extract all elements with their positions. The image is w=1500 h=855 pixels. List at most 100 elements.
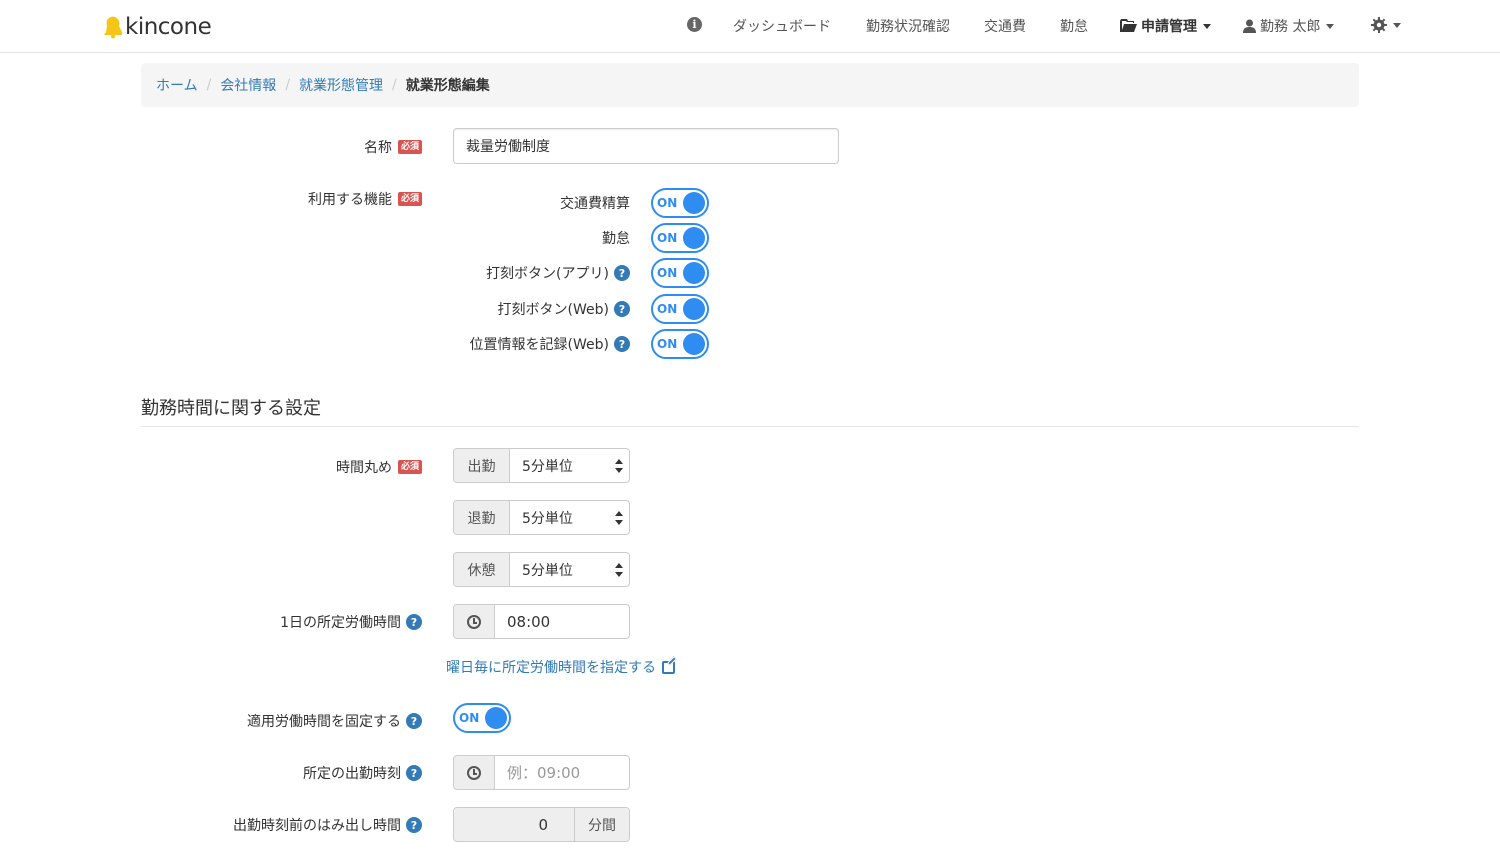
feature-label-stamp-web: 打刻ボタン(Web) ? — [498, 299, 630, 319]
clock-addon — [454, 605, 495, 638]
name-input-value: 裁量労働制度 — [466, 139, 550, 155]
help-icon[interactable]: ? — [614, 301, 630, 317]
chevron-down-icon — [1393, 22, 1401, 28]
clock-addon — [454, 756, 495, 789]
nav-transport-expense[interactable]: 交通費 — [984, 16, 1026, 36]
breadcrumb-separator: / — [206, 77, 212, 93]
toggle-fixed-hours[interactable]: ON — [453, 703, 511, 733]
overflow-input[interactable]: 0 — [454, 808, 574, 841]
help-icon[interactable]: ? — [614, 336, 630, 352]
daily-hours-input[interactable]: 08:00 — [495, 605, 629, 638]
section-title-work-time: 勤務時間に関する設定 — [141, 398, 321, 419]
toggle-state: ON — [657, 231, 678, 245]
help-icon[interactable]: ? — [406, 713, 422, 729]
nav-apply-management[interactable]: 申請管理 — [1120, 16, 1211, 36]
bell-logo-icon — [104, 16, 122, 39]
folder-open-icon — [1120, 19, 1137, 32]
toggle-attendance[interactable]: ON — [651, 223, 709, 253]
breadcrumb: ホーム / 会社情報 / 就業形態管理 / 就業形態編集 — [141, 63, 1359, 107]
nav-user-menu[interactable]: 勤務 太郎 — [1243, 16, 1335, 36]
user-icon — [1243, 19, 1256, 33]
section-divider — [141, 426, 1359, 427]
nav-dashboard[interactable]: ダッシュボード — [733, 16, 831, 36]
select-arrows-icon — [615, 511, 623, 525]
rounding-clock-in-group: 出勤 5分単位 — [453, 448, 630, 483]
help-icon[interactable]: ? — [614, 265, 630, 281]
select-arrows-icon — [615, 563, 623, 577]
select-arrows-icon — [615, 459, 623, 473]
breadcrumb-company-info[interactable]: 会社情報 — [220, 75, 276, 95]
name-label-text: 名称 — [363, 140, 392, 156]
clock-icon — [467, 614, 481, 629]
toggle-state: ON — [657, 266, 678, 280]
toggle-state: ON — [657, 337, 678, 351]
feature-label-text: 位置情報を記録(Web) — [469, 337, 609, 353]
features-label-text: 利用する機能 — [307, 192, 392, 208]
toggle-state: ON — [657, 302, 678, 316]
overflow-label: 出勤時刻前のはみ出し時間 ? — [233, 815, 422, 835]
chevron-down-icon — [1326, 23, 1335, 29]
daily-hours-label-text: 1日の所定労働時間 — [280, 615, 401, 631]
nav-user-name: 勤務 太郎 — [1260, 19, 1321, 35]
nav-work-status[interactable]: 勤務状況確認 — [866, 16, 950, 36]
help-icon[interactable]: ? — [406, 614, 422, 630]
toggle-location-web[interactable]: ON — [651, 329, 709, 359]
feature-label-transport: 交通費精算 — [560, 193, 630, 213]
daily-hours-label: 1日の所定労働時間 ? — [280, 612, 422, 632]
feature-label-text: 打刻ボタン(Web) — [497, 302, 609, 318]
help-icon[interactable]: ? — [406, 817, 422, 833]
rounding-break-select[interactable]: 5分単位 — [510, 553, 629, 586]
toggle-state: ON — [657, 196, 678, 210]
toggle-knob — [683, 298, 705, 320]
breadcrumb-separator: / — [392, 77, 397, 93]
start-time-input[interactable]: 例：09:00 — [495, 756, 629, 789]
feature-label-attendance: 勤怠 — [602, 228, 630, 248]
toggle-knob — [683, 227, 705, 249]
help-icon[interactable]: ? — [406, 765, 422, 781]
clock-icon — [467, 765, 481, 780]
features-label: 利用する機能 必須 — [308, 189, 422, 209]
toggle-state: ON — [459, 711, 480, 725]
toggle-stamp-button-app[interactable]: ON — [651, 258, 709, 288]
weekday-hours-link[interactable]: 曜日毎に所定労働時間を指定する — [446, 657, 675, 677]
toggle-knob — [683, 262, 705, 284]
feature-label-text: 勤怠 — [602, 231, 630, 247]
start-time-group: 例：09:00 — [453, 755, 630, 790]
overflow-unit: 分間 — [574, 808, 629, 841]
overflow-value: 0 — [538, 815, 548, 834]
rounding-clock-in-select[interactable]: 5分単位 — [510, 449, 629, 482]
nav-apply-label: 申請管理 — [1141, 19, 1197, 35]
settings-menu[interactable] — [1371, 17, 1401, 33]
select-value: 5分単位 — [522, 458, 573, 475]
select-value: 5分単位 — [522, 510, 573, 527]
brand-logo[interactable]: kincone — [102, 12, 212, 42]
toggle-knob — [683, 333, 705, 355]
toggle-transport-expense[interactable]: ON — [651, 188, 709, 218]
toggle-stamp-button-web[interactable]: ON — [651, 294, 709, 324]
name-input[interactable]: 裁量労働制度 — [453, 128, 839, 164]
fixed-hours-label-text: 適用労働時間を固定する — [247, 714, 401, 730]
name-label: 名称 必須 — [364, 137, 422, 157]
feature-label-text: 打刻ボタン(アプリ) — [486, 266, 609, 282]
gear-icon — [1371, 17, 1387, 33]
rounding-addon: 出勤 — [454, 449, 510, 482]
info-icon[interactable]: i — [687, 17, 702, 32]
overflow-label-text: 出勤時刻前のはみ出し時間 — [233, 818, 401, 834]
brand-name: kincone — [125, 14, 212, 40]
breadcrumb-employment-type-management[interactable]: 就業形態管理 — [299, 75, 383, 95]
rounding-clock-out-select[interactable]: 5分単位 — [510, 501, 629, 534]
chevron-down-icon — [1203, 23, 1211, 29]
overflow-group: 0 分間 — [453, 807, 630, 842]
nav-attendance[interactable]: 勤怠 — [1060, 16, 1088, 36]
rounding-label: 時間丸め 必須 — [336, 457, 422, 477]
toggle-knob — [485, 707, 507, 729]
daily-hours-value: 08:00 — [507, 612, 551, 631]
rounding-label-text: 時間丸め — [335, 460, 392, 476]
start-time-label-text: 所定の出勤時刻 — [303, 766, 401, 782]
select-value: 5分単位 — [522, 562, 573, 579]
weekday-hours-link-text: 曜日毎に所定労働時間を指定する — [446, 660, 656, 676]
breadcrumb-home[interactable]: ホーム — [156, 75, 198, 95]
required-badge: 必須 — [397, 460, 422, 474]
feature-label-stamp-app: 打刻ボタン(アプリ) ? — [486, 263, 630, 283]
feature-label-location-web: 位置情報を記録(Web) ? — [470, 334, 630, 354]
